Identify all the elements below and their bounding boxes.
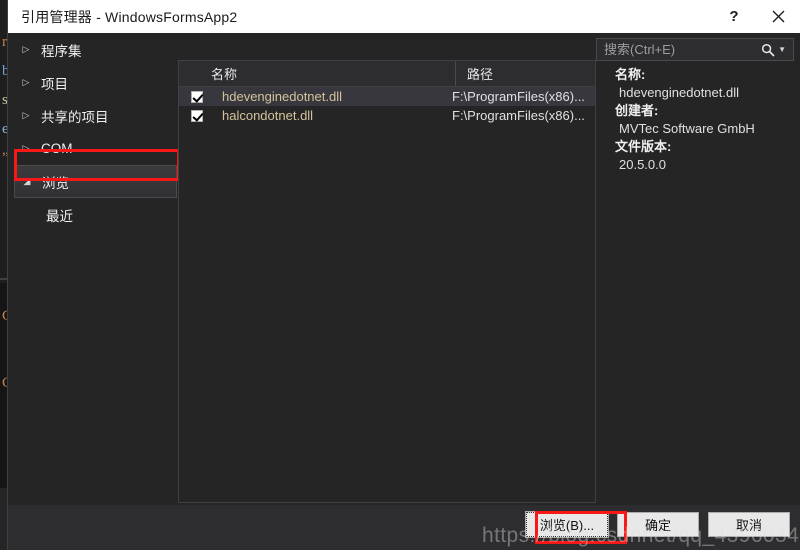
title-bar: 引用管理器 - WindowsFormsApp2 ? [8, 0, 800, 33]
sidebar-item-browse[interactable]: ◢ 浏览 [14, 165, 177, 198]
column-header-path[interactable]: 路径 [456, 61, 595, 86]
sidebar-item-label: 共享的项目 [41, 109, 109, 125]
detail-label-name: 名称: [615, 67, 646, 82]
row-checkbox[interactable] [191, 90, 203, 103]
chevron-down-icon[interactable]: ▼ [778, 45, 786, 54]
search-icon[interactable] [761, 43, 775, 57]
table-row[interactable]: halcondotnet.dll F:\ProgramFiles(x86)... [179, 106, 595, 125]
close-icon[interactable] [756, 0, 800, 33]
sidebar-item-recent[interactable]: 最近 [8, 198, 178, 231]
sidebar-item-label: COM [41, 141, 73, 156]
detail-value-creator: MVTec Software GmbH [619, 121, 755, 136]
detail-label-file-version: 文件版本: [615, 139, 672, 154]
sidebar-item-shared-projects[interactable]: ▷ 共享的项目 [8, 99, 178, 132]
ok-button[interactable]: 确定 [617, 512, 699, 537]
row-path: F:\ProgramFiles(x86)... [452, 108, 585, 123]
cancel-button[interactable]: 取消 [708, 512, 790, 537]
chevron-right-icon: ▷ [22, 143, 30, 153]
sidebar-item-label: 浏览 [42, 175, 69, 191]
table-row[interactable]: hdevenginedotnet.dll F:\ProgramFiles(x86… [179, 87, 595, 106]
row-name: hdevenginedotnet.dll [222, 89, 342, 104]
search-input[interactable] [597, 38, 756, 61]
list-column-headers: 名称 路径 [179, 61, 595, 87]
help-icon[interactable]: ? [712, 0, 756, 33]
reference-list-panel: 名称 路径 hdevenginedotnet.dll F:\ProgramFil… [178, 60, 596, 503]
chevron-right-icon: ▷ [22, 110, 30, 120]
column-header-name[interactable]: 名称 [179, 61, 456, 86]
sidebar-item-label: 程序集 [41, 43, 82, 59]
dialog-footer: 浏览(B)... 确定 取消 [8, 505, 800, 550]
row-name: halcondotnet.dll [222, 108, 314, 123]
detail-value-file-version: 20.5.0.0 [619, 157, 666, 172]
details-panel: 名称: hdevenginedotnet.dll 创建者: MVTec Soft… [606, 66, 796, 496]
page-title: 引用管理器 - WindowsFormsApp2 [21, 8, 238, 25]
footer-buttons: 浏览(B)... 确定 取消 [525, 511, 790, 538]
sidebar-item-assemblies[interactable]: ▷ 程序集 [8, 33, 178, 66]
sidebar-item-label: 最近 [46, 208, 73, 224]
chevron-right-icon: ▷ [22, 44, 30, 54]
title-bar-buttons: ? [712, 0, 800, 33]
dialog-body: ▷ 程序集 ▷ 项目 ▷ 共享的项目 ▷ COM ◢ 浏览 最近 搜索(Ctrl… [8, 33, 800, 505]
detail-label-creator: 创建者: [615, 103, 659, 118]
row-path: F:\ProgramFiles(x86)... [452, 89, 585, 104]
chevron-down-icon: ◢ [23, 176, 31, 186]
sidebar-item-label: 项目 [41, 76, 68, 92]
detail-value-name: hdevenginedotnet.dll [619, 85, 739, 100]
sidebar-item-projects[interactable]: ▷ 项目 [8, 66, 178, 99]
row-checkbox[interactable] [191, 109, 203, 122]
sidebar-tree: ▷ 程序集 ▷ 项目 ▷ 共享的项目 ▷ COM ◢ 浏览 最近 [8, 33, 178, 505]
browse-button[interactable]: 浏览(B)... [525, 511, 609, 538]
chevron-right-icon: ▷ [22, 77, 30, 87]
reference-manager-dialog: 引用管理器 - WindowsFormsApp2 ? ▷ 程序集 ▷ 项目 ▷ … [8, 0, 800, 550]
search-box[interactable]: ▼ [596, 38, 794, 61]
sidebar-item-com[interactable]: ▷ COM [8, 132, 178, 165]
